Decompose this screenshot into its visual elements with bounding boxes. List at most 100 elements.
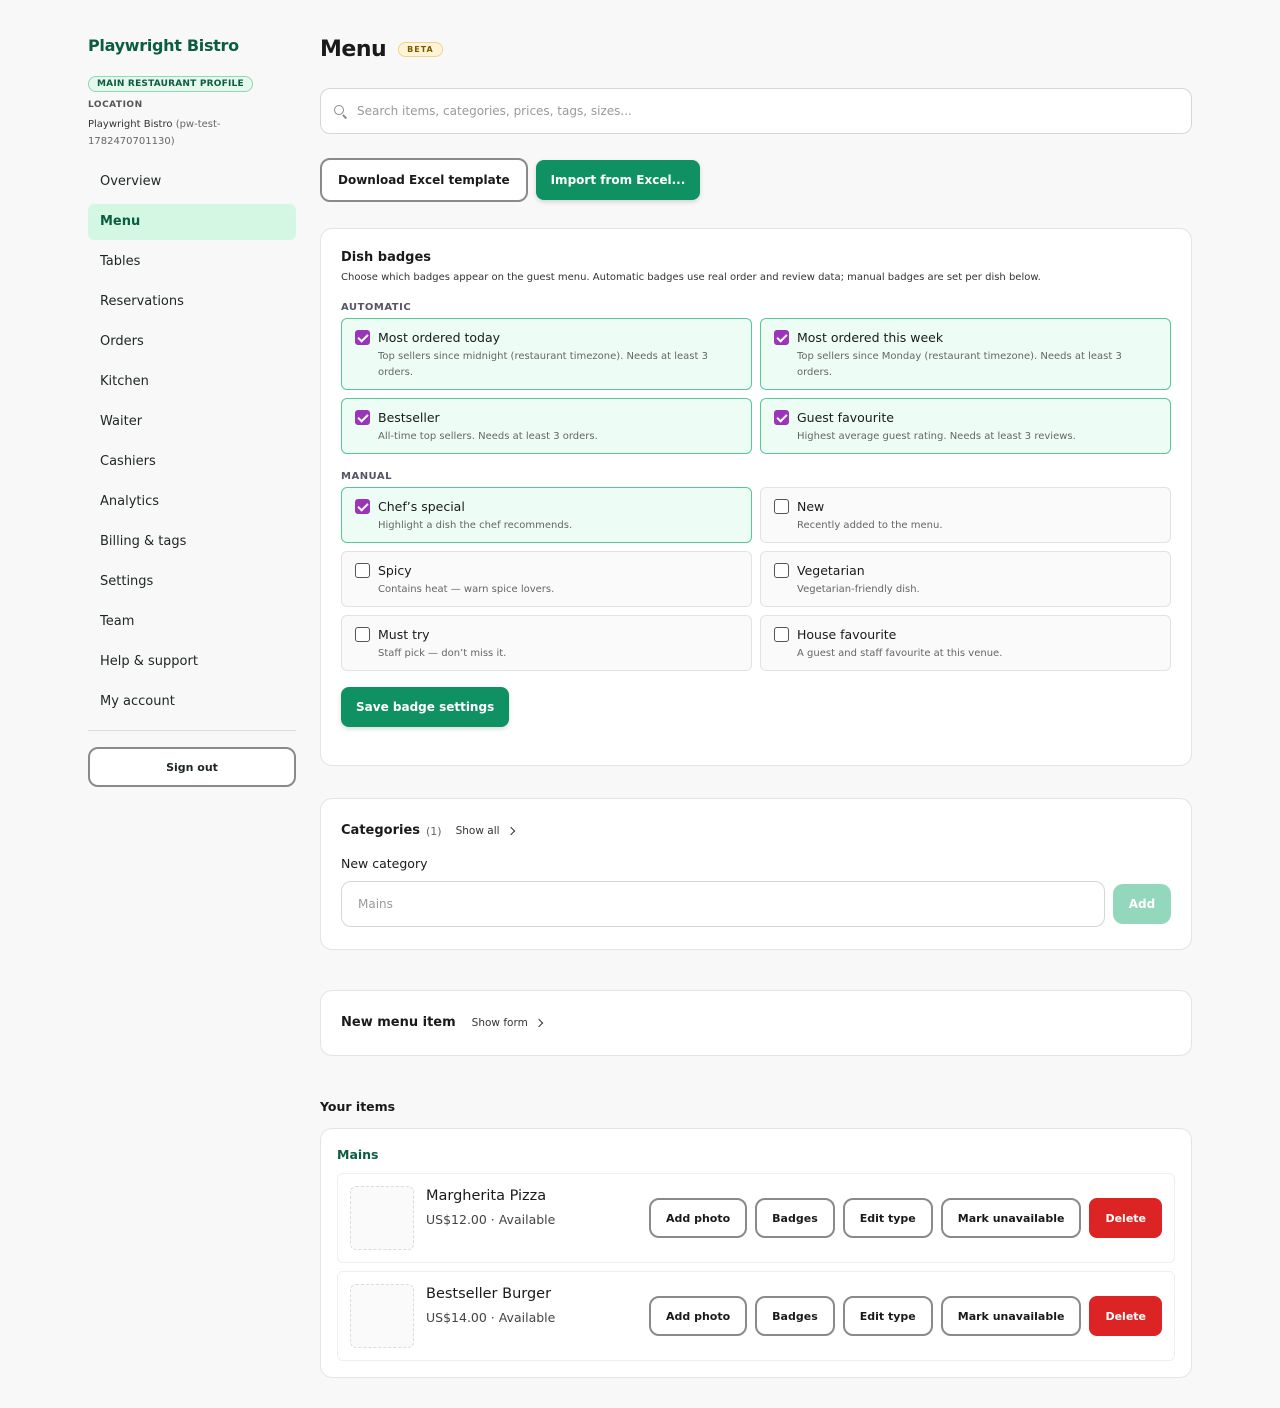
badge-option-desc: Highlight a dish the chef recommends. — [378, 520, 573, 531]
sidebar-item-menu[interactable]: Menu — [88, 204, 296, 240]
title-row: Menu BETA — [320, 32, 1192, 66]
mark-unavailable-button[interactable]: Mark unavailable — [940, 1296, 1082, 1336]
sidebar-item-tables[interactable]: Tables — [88, 244, 296, 280]
sidebar-item-my-account[interactable]: My account — [88, 684, 296, 720]
sidebar-item-orders[interactable]: Orders — [88, 324, 296, 360]
item-photo-placeholder — [350, 1186, 414, 1250]
badge-option-most-ordered-today[interactable]: Most ordered today Top sellers since mid… — [341, 318, 752, 390]
new-menu-item-card: New menu item Show form — [320, 990, 1192, 1056]
brand-name: Playwright Bistro — [88, 36, 239, 55]
badges-button[interactable]: Badges — [755, 1296, 835, 1336]
sidebar: Playwright Bistro MAIN RESTAURANT PROFIL… — [88, 32, 296, 787]
badge-option-most-ordered-this-week[interactable]: Most ordered this week Top sellers since… — [760, 318, 1171, 390]
beta-badge: BETA — [398, 41, 443, 57]
item-meta: US$14.00 · Available — [426, 1310, 556, 1325]
sidebar-item-reservations[interactable]: Reservations — [88, 284, 296, 320]
dish-badges-card: Dish badges Choose which badges appear o… — [320, 228, 1192, 766]
checkbox[interactable] — [355, 499, 370, 514]
badge-option-guest-favourite[interactable]: Guest favourite Highest average guest ra… — [760, 398, 1171, 454]
sidebar-item-waiter[interactable]: Waiter — [88, 404, 296, 440]
new-menu-item-title: New menu item — [341, 1015, 456, 1030]
manual-label: MANUAL — [341, 471, 392, 482]
badge-option-house-favourite[interactable]: House favourite A guest and staff favour… — [760, 615, 1171, 671]
edit-type-button[interactable]: Edit type — [842, 1296, 933, 1336]
delete-button[interactable]: Delete — [1089, 1198, 1162, 1238]
checkbox[interactable] — [774, 627, 789, 642]
badge-option-spicy[interactable]: Spicy Contains heat — warn spice lovers. — [341, 551, 752, 607]
download-excel-template-button[interactable]: Download Excel template — [320, 158, 528, 202]
badge-option-desc: All-time top sellers. Needs at least 3 o… — [378, 431, 598, 442]
badges-button[interactable]: Badges — [755, 1198, 835, 1238]
badge-option-desc: Staff pick — don’t miss it. — [378, 648, 507, 659]
checkbox[interactable] — [774, 330, 789, 345]
new-category-input[interactable] — [341, 881, 1105, 927]
item-actions: Add photo Badges Edit type Mark unavaila… — [649, 1198, 1162, 1238]
add-category-button[interactable]: Add — [1113, 884, 1171, 924]
dish-badges-description: Choose which badges appear on the guest … — [341, 272, 1041, 283]
new-category-label: New category — [341, 856, 428, 871]
sidebar-item-overview[interactable]: Overview — [88, 164, 296, 200]
sidebar-item-cashiers[interactable]: Cashiers — [88, 444, 296, 480]
category-name: Mains — [337, 1147, 379, 1162]
mark-unavailable-button[interactable]: Mark unavailable — [940, 1198, 1082, 1238]
show-all-categories-link[interactable]: Show all — [455, 825, 515, 837]
menu-item-row: Bestseller Burger US$14.00 · Available A… — [337, 1271, 1175, 1361]
categories-count: (1) — [426, 824, 442, 838]
location-name: Playwright Bistro — [88, 119, 173, 130]
add-photo-button[interactable]: Add photo — [649, 1296, 748, 1336]
checkbox[interactable] — [355, 563, 370, 578]
badge-option-title: Most ordered today — [378, 330, 501, 345]
badge-option-chefs-special[interactable]: Chef’s special Highlight a dish the chef… — [341, 487, 752, 543]
dish-badges-title: Dish badges — [341, 250, 432, 265]
search-input[interactable] — [357, 104, 1137, 118]
badge-option-desc: Contains heat — warn spice lovers. — [378, 584, 555, 595]
badge-option-desc: Highest average guest rating. Needs at l… — [797, 431, 1076, 442]
checkbox[interactable] — [355, 627, 370, 642]
badge-option-title: Guest favourite — [797, 410, 894, 425]
checkbox[interactable] — [355, 330, 370, 345]
categories-card: Categories (1) Show all New category Add — [320, 798, 1192, 950]
your-items-heading: Your items — [320, 1099, 396, 1114]
delete-button[interactable]: Delete — [1089, 1296, 1162, 1336]
show-all-label: Show all — [455, 825, 500, 837]
badge-option-bestseller[interactable]: Bestseller All-time top sellers. Needs a… — [341, 398, 752, 454]
badge-option-title: Chef’s special — [378, 499, 465, 514]
sign-out-button[interactable]: Sign out — [88, 747, 296, 787]
checkbox[interactable] — [774, 410, 789, 425]
automatic-badges-grid: Most ordered today Top sellers since mid… — [341, 318, 1171, 454]
items-card: Mains Margherita Pizza US$12.00 · Availa… — [320, 1128, 1192, 1378]
location-label: LOCATION — [88, 100, 143, 110]
sidebar-item-help-support[interactable]: Help & support — [88, 644, 296, 680]
sidebar-item-analytics[interactable]: Analytics — [88, 484, 296, 520]
manual-badges-grid: Chef’s special Highlight a dish the chef… — [341, 487, 1171, 671]
item-photo-placeholder — [350, 1284, 414, 1348]
checkbox[interactable] — [355, 410, 370, 425]
badge-option-desc: Top sellers since Monday (restaurant tim… — [797, 351, 1122, 378]
badge-option-title: Must try — [378, 627, 430, 642]
show-form-link[interactable]: Show form — [472, 1017, 544, 1029]
item-actions: Add photo Badges Edit type Mark unavaila… — [649, 1296, 1162, 1336]
badge-option-new[interactable]: New Recently added to the menu. — [760, 487, 1171, 543]
badge-option-title: House favourite — [797, 627, 897, 642]
sidebar-nav: Overview Menu Tables Reservations Orders… — [88, 164, 296, 720]
sidebar-item-kitchen[interactable]: Kitchen — [88, 364, 296, 400]
excel-actions: Download Excel template Import from Exce… — [320, 158, 1192, 202]
badge-option-vegetarian[interactable]: Vegetarian Vegetarian-friendly dish. — [760, 551, 1171, 607]
save-badge-settings-button[interactable]: Save badge settings — [341, 687, 510, 727]
search-bar[interactable] — [320, 88, 1192, 134]
item-meta: US$12.00 · Available — [426, 1212, 556, 1227]
new-category-row: Add — [341, 881, 1171, 927]
sidebar-item-settings[interactable]: Settings — [88, 564, 296, 600]
checkbox[interactable] — [774, 499, 789, 514]
automatic-label: AUTOMATIC — [341, 302, 412, 313]
import-from-excel-button[interactable]: Import from Excel... — [535, 160, 701, 200]
badge-option-must-try[interactable]: Must try Staff pick — don’t miss it. — [341, 615, 752, 671]
badge-option-desc: Top sellers since midnight (restaurant t… — [378, 351, 708, 378]
edit-type-button[interactable]: Edit type — [842, 1198, 933, 1238]
add-photo-button[interactable]: Add photo — [649, 1198, 748, 1238]
badge-option-title: Most ordered this week — [797, 330, 944, 345]
checkbox[interactable] — [774, 563, 789, 578]
sidebar-item-billing-tags[interactable]: Billing & tags — [88, 524, 296, 560]
sidebar-item-team[interactable]: Team — [88, 604, 296, 640]
item-name: Margherita Pizza — [426, 1188, 547, 1204]
